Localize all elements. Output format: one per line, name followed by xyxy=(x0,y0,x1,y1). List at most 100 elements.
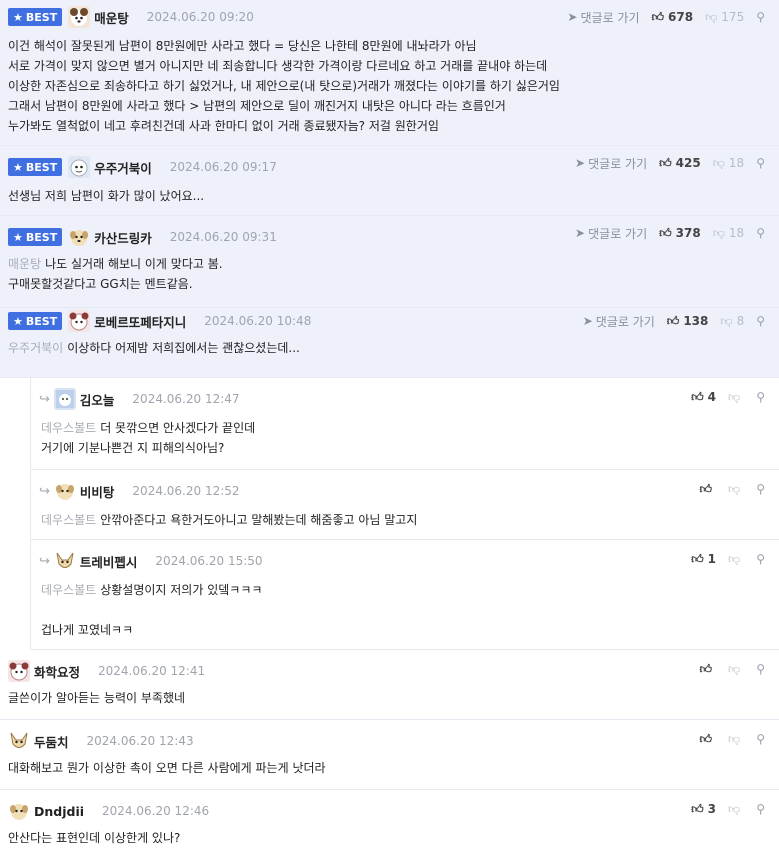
comment-date: 2024.06.20 10:48 xyxy=(204,314,312,328)
downvote-button[interactable]: 👎︎ xyxy=(728,482,744,497)
comment-body: 데우스볼트 상황설명이지 저의가 있뎈ㅋㅋㅋ 겁나게 꼬였네ㅋㅋ xyxy=(41,583,263,637)
reply-arrow-icon: ➤ xyxy=(582,314,593,328)
thumbs-down-icon: 👎︎ xyxy=(728,661,741,676)
reply-indent-icon: ↪ xyxy=(39,553,50,569)
thumbs-down-icon: 👎︎ xyxy=(712,225,725,240)
reply-arrow-icon: ➤ xyxy=(575,156,586,170)
comment: Dndjdii 2024.06.20 12:46 👍︎ 3 👎︎ ⚲ 안산다는 표… xyxy=(0,790,779,860)
avatar[interactable] xyxy=(68,226,90,248)
comment-body: 선생님 저희 남편이 화가 많이 났어요... xyxy=(8,189,205,203)
comment-author[interactable]: 김오늘 xyxy=(80,390,115,409)
comment-date: 2024.06.20 12:52 xyxy=(132,484,240,498)
upvote-button[interactable]: 👍︎ 4 xyxy=(691,390,716,405)
star-icon: ★ xyxy=(13,10,23,24)
share-icon[interactable]: ⚲ xyxy=(756,314,765,328)
share-icon[interactable]: ⚲ xyxy=(756,10,765,24)
best-badge: ★ BEST xyxy=(8,312,63,330)
upvote-button[interactable]: 👍︎ xyxy=(699,732,716,747)
comment-body: 대화해보고 뭔가 이상한 촉이 오면 다른 사람에게 파는게 낫더라 xyxy=(8,761,326,775)
comment-body: 우주거북이 이상하다 어제밤 저희집에서는 괜찮으셨는데... xyxy=(8,341,300,355)
avatar[interactable] xyxy=(53,388,76,410)
thumbs-down-icon: 👎︎ xyxy=(728,389,741,404)
mention-user[interactable]: 매운탕 xyxy=(8,257,41,271)
downvote-button[interactable]: 👎︎ xyxy=(728,552,744,567)
reply-indent-icon: ↪ xyxy=(39,483,50,499)
comment-author[interactable]: 화학요정 xyxy=(34,662,80,681)
downvote-button[interactable]: 👎︎ xyxy=(728,732,744,747)
downvote-button[interactable]: 👎︎ 175 xyxy=(705,10,744,25)
comment-author[interactable]: Dndjdii xyxy=(34,804,84,819)
downvote-button[interactable]: 👎︎ 18 xyxy=(713,226,744,241)
thumbs-down-icon: 👎︎ xyxy=(712,155,725,170)
comment-body: 글쓴이가 알아듣는 능력이 부족했네 xyxy=(8,691,186,705)
share-icon[interactable]: ⚲ xyxy=(756,226,765,240)
share-icon[interactable]: ⚲ xyxy=(756,662,765,676)
thumbs-up-icon: 👍︎ xyxy=(666,313,680,328)
comment-body: 안산다는 표현인데 이상한게 있나? xyxy=(8,831,181,845)
mention-user[interactable]: 우주거북이 xyxy=(8,341,63,355)
thumbs-up-icon: 👍︎ xyxy=(699,481,713,496)
share-icon[interactable]: ⚲ xyxy=(756,482,765,496)
upvote-button[interactable]: 👍︎ 678 xyxy=(652,10,694,25)
comment-author[interactable]: 비비탕 xyxy=(80,482,115,501)
avatar[interactable] xyxy=(8,730,30,752)
star-icon: ★ xyxy=(13,314,23,328)
upvote-button[interactable]: 👍︎ 425 xyxy=(659,156,701,171)
mention-user[interactable]: 데우스볼트 xyxy=(41,513,96,527)
thumbs-down-icon: 👎︎ xyxy=(705,9,718,24)
upvote-button[interactable]: 👍︎ xyxy=(699,662,716,677)
mention-user[interactable]: 데우스볼트 xyxy=(41,421,96,435)
go-to-reply-link[interactable]: ➤ 댓글로 가기 xyxy=(575,225,647,242)
upvote-button[interactable]: 👍︎ 3 xyxy=(691,802,716,817)
avatar[interactable] xyxy=(68,310,91,332)
best-badge: ★ BEST xyxy=(8,8,63,26)
star-icon: ★ xyxy=(13,160,23,174)
share-icon[interactable]: ⚲ xyxy=(756,802,765,816)
comment-best: ★ BEST 매운탕 2024.06.20 09:20 ➤ 댓글로 가기 👍︎ 678… xyxy=(0,0,779,146)
comment-author[interactable]: 트레비펩시 xyxy=(80,552,138,571)
avatar[interactable] xyxy=(54,550,76,572)
thumbs-up-icon: 👍︎ xyxy=(691,801,704,816)
avatar[interactable] xyxy=(8,800,30,822)
comment-author[interactable]: 카산드링카 xyxy=(94,228,152,247)
comment-author[interactable]: 우주거북이 xyxy=(94,158,152,177)
share-icon[interactable]: ⚲ xyxy=(756,390,765,404)
upvote-button[interactable]: 👍︎ 378 xyxy=(659,226,701,241)
avatar[interactable] xyxy=(68,156,91,178)
downvote-button[interactable]: 👎︎ 18 xyxy=(713,156,744,171)
comment-date: 2024.06.20 12:43 xyxy=(86,734,194,748)
go-to-reply-link[interactable]: ➤ 댓글로 가기 xyxy=(567,9,639,26)
comment-date: 2024.06.20 12:46 xyxy=(102,804,210,818)
thumbs-up-icon: 👍︎ xyxy=(651,9,665,24)
thumbs-up-icon: 👍︎ xyxy=(699,731,713,746)
thumbs-up-icon: 👍︎ xyxy=(691,389,704,404)
reply-arrow-icon: ➤ xyxy=(567,10,578,24)
avatar[interactable] xyxy=(8,660,30,682)
downvote-button[interactable]: 👎︎ xyxy=(728,390,744,405)
avatar[interactable] xyxy=(68,6,91,28)
reply-comment: ↪ 비비탕 2024.06.20 12:52 👍︎ 👎︎ ⚲ 데우스볼트 안깎아준… xyxy=(31,470,779,540)
upvote-button[interactable]: 👍︎ 1 xyxy=(691,552,716,567)
comment-date: 2024.06.20 09:31 xyxy=(169,230,277,244)
comment-date: 2024.06.20 15:50 xyxy=(155,554,263,568)
star-icon: ★ xyxy=(13,230,23,244)
downvote-button[interactable]: 👎︎ xyxy=(728,802,744,817)
share-icon[interactable]: ⚲ xyxy=(756,156,765,170)
share-icon[interactable]: ⚲ xyxy=(756,732,765,746)
comment-author[interactable]: 두둠치 xyxy=(34,732,69,751)
share-icon[interactable]: ⚲ xyxy=(756,552,765,566)
comment-body: 데우스볼트 더 못깎으면 안사겠다가 끝인데 거기에 기분나쁜건 지 피해의식아님… xyxy=(41,421,256,455)
comment-author[interactable]: 로베르또페타지니 xyxy=(94,312,186,331)
go-to-reply-link[interactable]: ➤ 댓글로 가기 xyxy=(575,155,647,172)
mention-user[interactable]: 데우스볼트 xyxy=(41,583,96,597)
downvote-button[interactable]: 👎︎ xyxy=(728,662,744,677)
go-to-reply-link[interactable]: ➤ 댓글로 가기 xyxy=(583,313,655,330)
avatar[interactable] xyxy=(54,480,76,502)
downvote-button[interactable]: 👎︎ 8 xyxy=(720,314,744,329)
comment-body: 이건 해석이 잘못된게 남편이 8만원에만 사라고 했다 = 당신은 나한테 8… xyxy=(8,39,560,133)
thumbs-down-icon: 👎︎ xyxy=(720,313,733,328)
comment-author[interactable]: 매운탕 xyxy=(94,8,129,27)
upvote-button[interactable]: 👍︎ 138 xyxy=(667,314,709,329)
upvote-button[interactable]: 👍︎ xyxy=(699,482,716,497)
best-badge: ★ BEST xyxy=(8,158,63,176)
